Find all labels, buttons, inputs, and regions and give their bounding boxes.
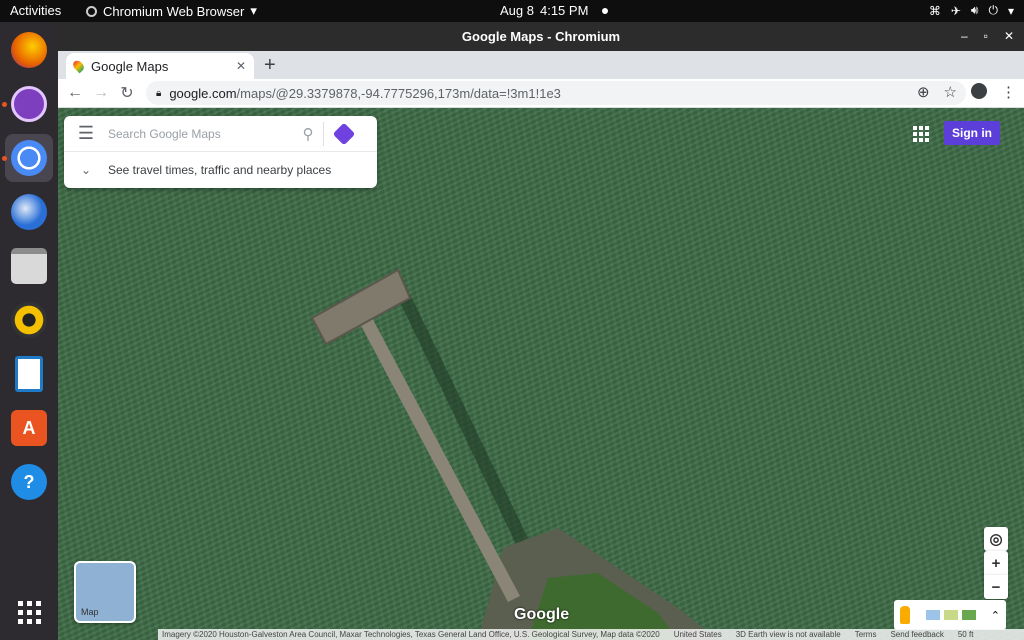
shopping-bag-icon: A bbox=[11, 410, 47, 446]
expand-up-icon[interactable]: ⌃ bbox=[991, 609, 1000, 622]
dock-help[interactable]: ? bbox=[5, 458, 53, 506]
thunderbird-icon bbox=[11, 194, 47, 230]
firefox-icon bbox=[11, 32, 47, 68]
tor-browser-icon bbox=[11, 86, 47, 122]
chevron-down-icon: ⌄ bbox=[80, 163, 92, 177]
chromium-icon bbox=[11, 140, 47, 176]
sign-in-button[interactable]: Sign in bbox=[944, 121, 1000, 145]
system-tray[interactable]: ⌘ ✈ 🔊︎ ⏻ ▾ bbox=[929, 3, 1014, 18]
lock-icon: 🔒︎ bbox=[156, 87, 162, 99]
minimize-icon[interactable]: – bbox=[961, 22, 968, 51]
country-label: United States bbox=[673, 630, 722, 639]
airplane-icon: ✈ bbox=[950, 3, 961, 18]
tab-label: Google Maps bbox=[91, 58, 169, 74]
attribution-bar: Imagery ©2020 Houston-Galveston Area Cou… bbox=[158, 629, 1024, 640]
show-applications-button[interactable] bbox=[5, 588, 53, 636]
travel-hint-row[interactable]: ⌄ See travel times, traffic and nearby p… bbox=[64, 152, 377, 188]
running-indicator bbox=[2, 156, 7, 161]
browser-toolbar: ← → ↻ 🔒︎ google.com/maps/@29.3379878,-94… bbox=[58, 79, 1024, 108]
url-path: /maps/@29.3379878,-94.7775296,173m/data=… bbox=[236, 85, 561, 101]
profile-icon[interactable] bbox=[971, 83, 987, 99]
satellite-thumb-icon[interactable] bbox=[962, 610, 976, 620]
network-icon: ⌘ bbox=[928, 3, 941, 18]
folder-icon bbox=[11, 248, 47, 284]
search-panel: ☰ ⚲ ⌄ See travel times, traffic and near… bbox=[64, 116, 377, 188]
search-input[interactable] bbox=[108, 126, 293, 141]
dock-firefox[interactable] bbox=[5, 26, 53, 74]
forward-arrow-icon[interactable]: → bbox=[88, 84, 114, 102]
search-icon[interactable]: ⚲ bbox=[293, 125, 323, 143]
dock: A ? bbox=[0, 22, 58, 640]
dock-ubuntu-software[interactable]: A bbox=[5, 404, 53, 452]
caret-down-icon: ▾ bbox=[250, 3, 257, 18]
travel-hint-text: See travel times, traffic and nearby pla… bbox=[108, 163, 332, 177]
maps-pin-icon bbox=[71, 58, 86, 74]
directions-button[interactable] bbox=[323, 121, 363, 146]
chevron-down-icon: ▾ bbox=[1007, 3, 1014, 18]
speaker-icon bbox=[11, 302, 47, 338]
system-top-bar: Activities Chromium Web Browser ▾ Aug 8 … bbox=[0, 0, 1024, 22]
terms-link[interactable]: Terms bbox=[855, 630, 877, 639]
url-domain: google.com bbox=[169, 85, 237, 101]
power-icon: ⏻ bbox=[988, 3, 998, 17]
google-apps-icon[interactable] bbox=[913, 126, 929, 142]
pegman-icon[interactable] bbox=[900, 606, 910, 624]
dock-chromium[interactable] bbox=[5, 134, 53, 182]
app-menu-label: Chromium Web Browser bbox=[103, 3, 245, 19]
restore-icon[interactable]: ▫ bbox=[984, 22, 988, 51]
dock-files[interactable] bbox=[5, 242, 53, 290]
volume-icon: 🔊︎ bbox=[970, 3, 979, 17]
pier-platform bbox=[310, 268, 412, 346]
close-icon[interactable]: ✕ bbox=[1004, 22, 1014, 51]
clock[interactable]: Aug 8 4:15 PM bbox=[500, 3, 609, 18]
help-icon: ? bbox=[11, 464, 47, 500]
close-icon[interactable]: ✕ bbox=[236, 59, 246, 73]
dock-tor-browser[interactable] bbox=[5, 80, 53, 128]
scale-label[interactable]: 50 ft bbox=[958, 630, 974, 639]
address-bar[interactable]: 🔒︎ google.com/maps/@29.3379878,-94.77752… bbox=[146, 81, 966, 105]
google-logo: Google bbox=[514, 606, 570, 623]
time-label: 4:15 PM bbox=[539, 3, 589, 18]
zoom-out-button[interactable]: − bbox=[984, 575, 1008, 599]
hamburger-menu-icon[interactable]: ☰ bbox=[64, 123, 108, 144]
app-menu[interactable]: Chromium Web Browser ▾ bbox=[86, 3, 257, 19]
map-layer-toggle[interactable]: Map bbox=[74, 561, 136, 623]
window-title: Google Maps - Chromium bbox=[461, 29, 621, 44]
reload-icon[interactable]: ↻ bbox=[114, 83, 140, 103]
attribution-text: Imagery ©2020 Houston-Galveston Area Cou… bbox=[162, 630, 660, 639]
bookmark-star-icon[interactable]: ☆ bbox=[944, 83, 957, 101]
my-location-icon[interactable]: ◎ bbox=[984, 527, 1008, 551]
satellite-map[interactable]: ☰ ⚲ ⌄ See travel times, traffic and near… bbox=[58, 108, 1024, 640]
activities-button[interactable]: Activities bbox=[10, 3, 61, 18]
terrain-thumb-icon[interactable] bbox=[926, 610, 940, 620]
window-titlebar[interactable]: Google Maps - Chromium – ▫ ✕ bbox=[58, 22, 1024, 51]
document-icon bbox=[15, 356, 43, 392]
layer-label: Map bbox=[81, 607, 99, 617]
directions-icon bbox=[332, 122, 355, 145]
feedback-link[interactable]: Send feedback bbox=[890, 630, 943, 639]
running-indicator bbox=[2, 102, 7, 107]
dock-thunderbird[interactable] bbox=[5, 188, 53, 236]
traffic-thumb-icon[interactable] bbox=[944, 610, 958, 620]
dock-rhythmbox[interactable] bbox=[5, 296, 53, 344]
new-tab-button[interactable]: + bbox=[264, 54, 276, 77]
tab-strip: Google Maps ✕ + bbox=[58, 51, 1024, 79]
back-arrow-icon[interactable]: ← bbox=[62, 84, 88, 102]
browser-window: Google Maps - Chromium – ▫ ✕ Google Maps… bbox=[58, 22, 1024, 640]
notification-dot-icon bbox=[602, 7, 609, 14]
tab-google-maps[interactable]: Google Maps ✕ bbox=[66, 53, 254, 79]
grid-icon bbox=[17, 600, 41, 624]
more-menu-icon[interactable]: ⋮ bbox=[1001, 83, 1016, 101]
location-icon[interactable]: ⊕ bbox=[917, 83, 930, 101]
date-label: Aug 8 bbox=[500, 3, 534, 18]
chromium-small-icon bbox=[86, 5, 97, 17]
map-extras-bar: ⌃ bbox=[894, 600, 1006, 630]
dock-libreoffice-writer[interactable] bbox=[5, 350, 53, 398]
zoom-in-button[interactable]: + bbox=[984, 551, 1008, 575]
earth-view-note: 3D Earth view is not available bbox=[735, 630, 841, 639]
